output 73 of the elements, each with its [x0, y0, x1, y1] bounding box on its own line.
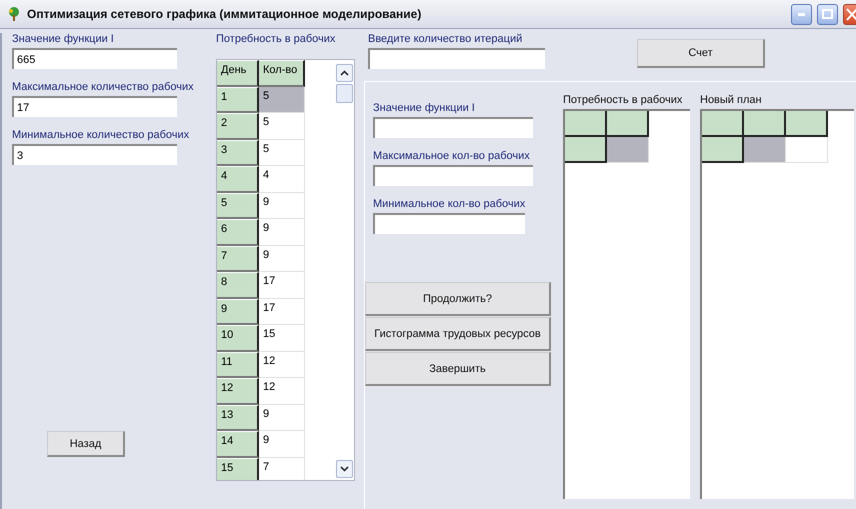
action-button[interactable]: Завершить	[365, 352, 551, 386]
count-cell[interactable]: 9	[259, 192, 305, 219]
grid-cell[interactable]	[565, 111, 607, 137]
day-cell: 6	[217, 219, 259, 246]
minimize-icon	[798, 12, 805, 16]
grid-cell[interactable]	[565, 137, 607, 163]
count-cell[interactable]: 5	[259, 113, 305, 140]
day-cell: 1	[217, 86, 259, 113]
count-cell[interactable]: 5	[259, 140, 305, 166]
count-cell[interactable]: 4	[259, 166, 305, 192]
day-cell: 13	[217, 404, 259, 431]
day-cell: 10	[217, 325, 259, 352]
field-label: Минимальное количество рабочих	[12, 129, 190, 141]
count-cell[interactable]: 15	[259, 325, 305, 352]
scroll-up-button[interactable]	[336, 64, 353, 82]
grid-cell[interactable]	[702, 111, 744, 137]
back-button[interactable]: Назад	[47, 431, 125, 457]
field-label: Значение функции I	[373, 102, 476, 114]
grid-title: Потребность в рабочих	[563, 94, 684, 106]
field-label: Значение функции I	[12, 33, 115, 45]
window-title: Оптимизация сетевого графика (иммитационное моделирование)	[27, 7, 422, 21]
grid-cell[interactable]	[607, 111, 649, 137]
count-cell[interactable]: 9	[259, 404, 305, 431]
day-cell: 3	[217, 140, 259, 166]
action-button[interactable]: Продолжить?	[365, 282, 551, 316]
day-cell: 2	[217, 113, 259, 140]
grid-title: Потребность в рабочих	[216, 33, 336, 45]
scroll-down-button[interactable]	[336, 460, 353, 478]
input-field[interactable]: 17	[12, 96, 177, 117]
day-cell: 4	[217, 166, 259, 192]
count-cell[interactable]: 17	[259, 272, 305, 298]
tree-icon	[6, 6, 22, 22]
count-cell[interactable]: 12	[259, 378, 305, 404]
input-field[interactable]	[373, 213, 525, 234]
day-cell: 15	[217, 458, 259, 480]
count-cell[interactable]: 9	[259, 219, 305, 246]
column-header: День	[217, 60, 259, 86]
day-cell: 7	[217, 246, 259, 272]
count-cell[interactable]: 17	[259, 298, 305, 325]
field-label: Максимальное количество рабочих	[12, 81, 195, 93]
day-cell: 8	[217, 272, 259, 298]
count-cell[interactable]: 9	[259, 246, 305, 272]
minimize-button[interactable]	[791, 4, 812, 24]
day-cell: 11	[217, 352, 259, 378]
input-field[interactable]	[373, 117, 533, 138]
column-header: Кол-во	[259, 60, 305, 86]
field-label: Максимальное кол-во рабочих	[373, 150, 531, 162]
count-cell[interactable]: 5	[259, 86, 305, 113]
count-cell[interactable]: 9	[259, 431, 305, 458]
count-cell[interactable]: 7	[259, 458, 305, 480]
count-cell[interactable]: 12	[259, 352, 305, 378]
field-label: Минимальное кол-во рабочих	[373, 198, 526, 210]
scroll-up-icon[interactable]	[340, 70, 349, 76]
maximize-icon	[822, 9, 833, 19]
day-cell: 9	[217, 298, 259, 325]
day-cell: 12	[217, 378, 259, 404]
day-cell: 5	[217, 192, 259, 219]
scroll-thumb[interactable]	[336, 84, 353, 103]
input-field[interactable]	[368, 48, 545, 69]
grid-title: Новый план	[700, 94, 763, 106]
input-field[interactable]: 665	[12, 48, 177, 69]
grid-cell[interactable]	[744, 111, 786, 137]
calc-button[interactable]: Счет	[637, 39, 765, 68]
action-button[interactable]: Гистограмма трудовых ресурсов	[365, 317, 551, 351]
maximize-button[interactable]	[817, 4, 838, 24]
field-label: Введите количество итераций	[368, 33, 524, 45]
input-field[interactable]	[373, 165, 533, 186]
input-field[interactable]: 3	[12, 144, 177, 165]
day-cell: 14	[217, 431, 259, 458]
scroll-down-icon[interactable]	[340, 466, 349, 472]
grid-cell[interactable]	[702, 137, 744, 163]
close-button[interactable]	[843, 4, 856, 24]
grid-cell[interactable]	[786, 111, 828, 137]
